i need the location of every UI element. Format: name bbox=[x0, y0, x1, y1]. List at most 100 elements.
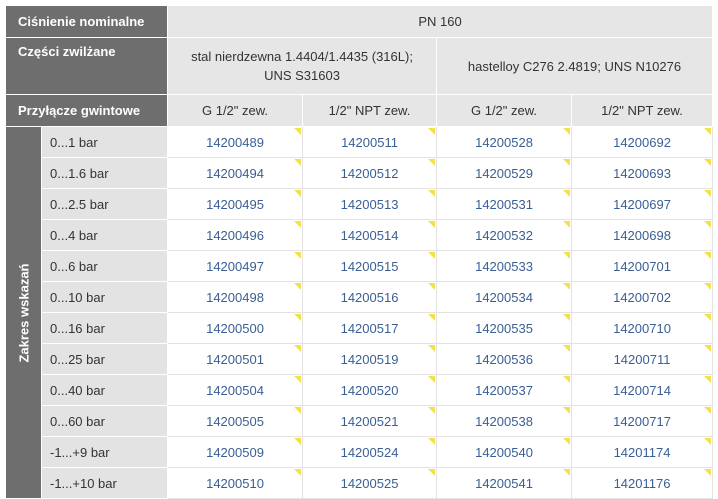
product-code-link[interactable]: 14200698 bbox=[613, 228, 671, 243]
product-code-cell: 14200541 bbox=[436, 467, 573, 499]
product-code-link[interactable]: 14200537 bbox=[475, 383, 533, 398]
corner-flag-icon bbox=[294, 190, 302, 197]
corner-flag-icon bbox=[704, 159, 712, 166]
product-code-cell: 14200515 bbox=[302, 250, 438, 282]
range-label: Zakres wskazań bbox=[16, 262, 31, 363]
product-code-link[interactable]: 14200513 bbox=[341, 197, 399, 212]
product-code-link[interactable]: 14200701 bbox=[613, 259, 671, 274]
range-value: 0...25 bar bbox=[40, 343, 169, 375]
product-code-cell: 14200495 bbox=[167, 188, 304, 220]
range-label-cell: Zakres wskazań bbox=[5, 126, 42, 499]
product-code-link[interactable]: 14201174 bbox=[614, 445, 671, 460]
wetted-parts-label: Części zwilżane bbox=[4, 37, 169, 95]
corner-flag-icon bbox=[294, 469, 302, 476]
product-code-link[interactable]: 14200496 bbox=[206, 228, 264, 243]
product-code-link[interactable]: 14200714 bbox=[613, 383, 671, 398]
product-code-link[interactable]: 14200533 bbox=[475, 259, 533, 274]
product-code-cell: 14200513 bbox=[302, 188, 438, 220]
table-row: 0...6 bar 14200497 14200515 14200533 1420070… bbox=[6, 250, 714, 282]
wetted-parts-row: Części zwilżane stal nierdzewna 1.4404/1… bbox=[4, 37, 714, 95]
corner-flag-icon bbox=[563, 159, 571, 166]
corner-flag-icon bbox=[563, 469, 571, 476]
table-row: 0...16 bar 14200500 14200517 14200535 142007… bbox=[6, 312, 714, 344]
corner-flag-icon bbox=[294, 438, 302, 445]
corner-flag-icon bbox=[294, 283, 302, 290]
product-code-link[interactable]: 14200501 bbox=[206, 352, 264, 367]
product-code-link[interactable]: 14200517 bbox=[341, 321, 399, 336]
corner-flag-icon bbox=[428, 376, 436, 383]
product-code-link[interactable]: 14200529 bbox=[475, 166, 533, 181]
product-code-link[interactable]: 14200692 bbox=[613, 135, 671, 150]
product-code-cell: 14200498 bbox=[167, 281, 304, 313]
product-code-link[interactable]: 14200520 bbox=[341, 383, 399, 398]
product-code-link[interactable]: 14200521 bbox=[341, 414, 399, 429]
product-code-link[interactable]: 14200531 bbox=[475, 197, 533, 212]
table-row: 0...25 bar 14200501 14200519 14200536 142007… bbox=[6, 343, 714, 375]
corner-flag-icon bbox=[563, 128, 571, 135]
product-code-link[interactable]: 14200524 bbox=[341, 445, 399, 460]
product-code-link[interactable]: 14200495 bbox=[206, 197, 264, 212]
product-code-link[interactable]: 14201176 bbox=[614, 476, 671, 491]
product-code-link[interactable]: 14200710 bbox=[613, 321, 671, 336]
corner-flag-icon bbox=[563, 252, 571, 259]
product-code-cell: 14200511 bbox=[302, 126, 438, 158]
corner-flag-icon bbox=[428, 190, 436, 197]
product-code-link[interactable]: 14200525 bbox=[341, 476, 399, 491]
corner-flag-icon bbox=[563, 283, 571, 290]
product-code-link[interactable]: 14200497 bbox=[206, 259, 264, 274]
corner-flag-icon bbox=[294, 159, 302, 166]
product-code-link[interactable]: 14200538 bbox=[475, 414, 533, 429]
product-code-link[interactable]: 14200515 bbox=[341, 259, 399, 274]
corner-flag-icon bbox=[563, 438, 571, 445]
product-code-cell: 14200489 bbox=[167, 126, 304, 158]
product-code-cell: 14200501 bbox=[167, 343, 304, 375]
product-code-link[interactable]: 14200505 bbox=[206, 414, 264, 429]
product-code-link[interactable]: 14200541 bbox=[475, 476, 533, 491]
product-code-link[interactable]: 14200519 bbox=[341, 352, 399, 367]
product-code-link[interactable]: 14200534 bbox=[475, 290, 533, 305]
product-code-cell: 14200528 bbox=[436, 126, 573, 158]
product-code-link[interactable]: 14200535 bbox=[475, 321, 533, 336]
product-code-link[interactable]: 14200516 bbox=[341, 290, 399, 305]
corner-flag-icon bbox=[294, 252, 302, 259]
corner-flag-icon bbox=[704, 345, 712, 352]
product-code-link[interactable]: 14200512 bbox=[341, 166, 399, 181]
product-code-link[interactable]: 14200504 bbox=[206, 383, 264, 398]
nominal-pressure-value: PN 160 bbox=[167, 5, 714, 38]
product-code-cell: 14200496 bbox=[167, 219, 304, 251]
product-code-link[interactable]: 14200510 bbox=[206, 476, 264, 491]
product-code-link[interactable]: 14200532 bbox=[475, 228, 533, 243]
product-code-link[interactable]: 14200528 bbox=[475, 135, 533, 150]
corner-flag-icon bbox=[428, 221, 436, 228]
product-code-link[interactable]: 14200702 bbox=[613, 290, 671, 305]
product-code-link[interactable]: 14200489 bbox=[206, 135, 264, 150]
product-code-link[interactable]: 14200500 bbox=[206, 321, 264, 336]
corner-flag-icon bbox=[563, 221, 571, 228]
product-code-link[interactable]: 14200514 bbox=[341, 228, 399, 243]
product-code-link[interactable]: 14200711 bbox=[614, 352, 671, 367]
product-code-link[interactable]: 14200536 bbox=[475, 352, 533, 367]
corner-flag-icon bbox=[704, 407, 712, 414]
corner-flag-icon bbox=[428, 128, 436, 135]
product-code-link[interactable]: 14200697 bbox=[613, 197, 671, 212]
product-code-link[interactable]: 14200509 bbox=[206, 445, 264, 460]
product-code-cell: 14200714 bbox=[571, 374, 714, 406]
product-code-link[interactable]: 14200717 bbox=[613, 414, 671, 429]
corner-flag-icon bbox=[428, 438, 436, 445]
product-code-link[interactable]: 14200498 bbox=[206, 290, 264, 305]
product-code-link[interactable]: 14200693 bbox=[613, 166, 671, 181]
product-code-link[interactable]: 14200540 bbox=[475, 445, 533, 460]
product-code-cell: 14200519 bbox=[302, 343, 438, 375]
table-row: 0...4 bar 14200496 14200514 14200532 1420069… bbox=[6, 219, 714, 251]
corner-flag-icon bbox=[563, 345, 571, 352]
product-code-link[interactable]: 14200494 bbox=[206, 166, 264, 181]
product-code-link[interactable]: 14200511 bbox=[341, 135, 398, 150]
product-code-cell: 14200504 bbox=[167, 374, 304, 406]
corner-flag-icon bbox=[428, 407, 436, 414]
corner-flag-icon bbox=[294, 128, 302, 135]
table-row: -1...+10 bar 14200510 14200525 14200541 1420… bbox=[6, 467, 714, 499]
range-value: 0...4 bar bbox=[40, 219, 169, 251]
corner-flag-icon bbox=[704, 252, 712, 259]
range-value: 0...40 bar bbox=[40, 374, 169, 406]
corner-flag-icon bbox=[704, 469, 712, 476]
